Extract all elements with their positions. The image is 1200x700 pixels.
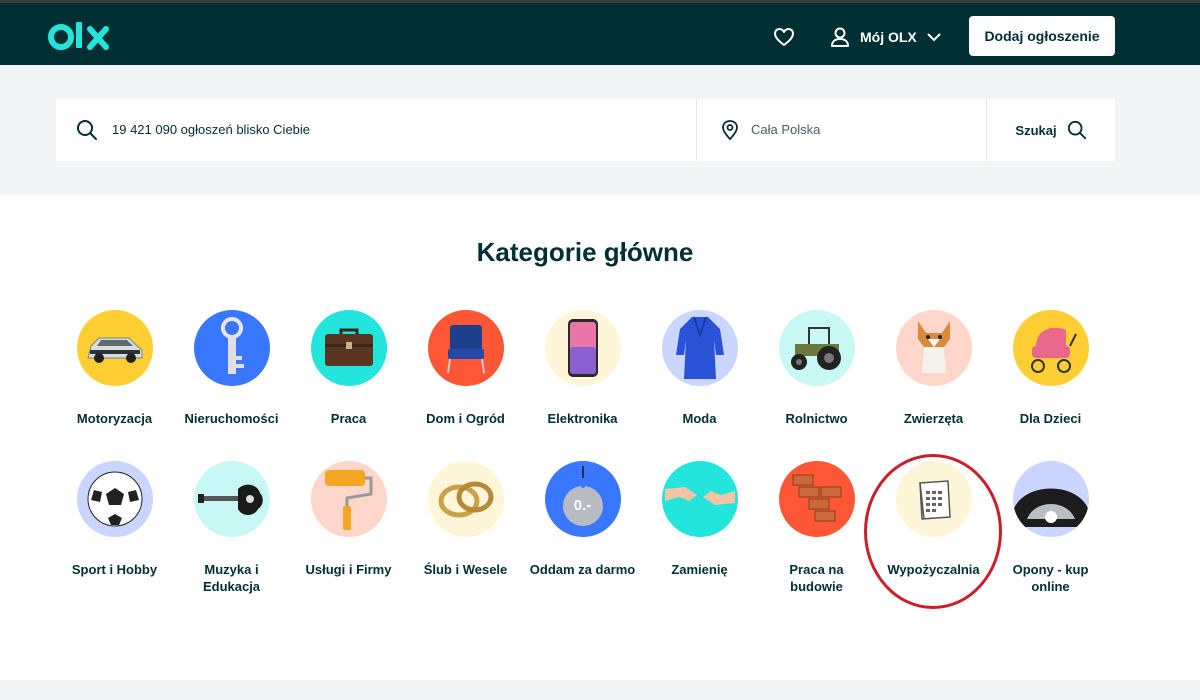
category-rolnictwo[interactable]: Rolnictwo [758, 310, 875, 427]
tractor-icon [790, 327, 841, 370]
category-label: Opony - kup online [1012, 562, 1089, 594]
my-olx-label: Mój OLX [860, 29, 917, 45]
category-circle [895, 310, 972, 386]
key-icon [220, 317, 244, 374]
search-icon [77, 120, 97, 140]
category-dom-i-ogrod[interactable]: Dom i Ogród [407, 310, 524, 427]
category-circle [544, 310, 621, 386]
search-section: 19 421 090 ogłoszeń blisko Ciebie Cała P… [0, 65, 1200, 195]
category-circle: 0.- [544, 461, 621, 537]
category-label: Dom i Ogród [426, 411, 505, 426]
category-circle [661, 461, 738, 537]
paint-roller-icon [324, 470, 372, 530]
location-input[interactable]: Cała Polska [697, 99, 987, 161]
category-circle [778, 461, 855, 537]
footer-band [0, 680, 1200, 700]
chevron-down-icon [927, 33, 941, 41]
category-label: Praca [330, 411, 367, 426]
robe-icon [675, 316, 724, 379]
category-praca-na-budowie[interactable]: Praca na budowie [758, 461, 875, 595]
location-pin-icon [722, 120, 738, 140]
soccer-ball-icon [87, 471, 142, 527]
stroller-icon [1030, 327, 1077, 373]
category-circle [661, 310, 738, 386]
category-circle [310, 461, 387, 537]
category-muzyka-i-edukacja[interactable]: Muzyka i Edukacja [173, 461, 290, 595]
category-circle [310, 310, 387, 386]
armchair-icon [446, 325, 485, 374]
category-circle [895, 461, 972, 537]
top-navbar: Mój OLX Dodaj ogłoszenie [0, 0, 1200, 65]
category-label: Motoryzacja [76, 411, 153, 426]
user-icon [831, 27, 849, 47]
search-icon [1067, 120, 1086, 140]
category-opony-kup-online[interactable]: Opony - kup online [992, 461, 1109, 595]
category-moda[interactable]: Moda [641, 310, 758, 427]
category-wypozyczalnia[interactable]: Wypożyczalnia [875, 461, 992, 578]
category-praca[interactable]: Praca [290, 310, 407, 427]
guitar-icon [197, 484, 263, 515]
category-circle [427, 310, 504, 386]
category-label: Zwierzęta [903, 411, 964, 426]
category-motoryzacja[interactable]: Motoryzacja [56, 310, 173, 427]
calendar-icon [918, 480, 951, 520]
category-label: Wypożyczalnia [887, 562, 980, 577]
category-label: Rolnictwo [785, 411, 848, 426]
category-circle [427, 461, 504, 537]
category-label: Sport i Hobby [71, 562, 158, 577]
search-input-text: 19 421 090 ogłoszeń blisko Ciebie [112, 122, 311, 137]
search-button[interactable]: Szukaj [987, 99, 1115, 161]
dog-icon [917, 321, 950, 373]
category-label: Elektronika [547, 411, 618, 426]
category-label: Usługi i Firmy [305, 562, 392, 577]
tire-icon [1012, 488, 1089, 527]
category-dla-dzieci[interactable]: Dla Dzieci [992, 310, 1109, 427]
category-label: Ślub i Wesele [423, 562, 508, 577]
wedding-rings-icon [438, 481, 493, 518]
category-label: Zamienię [671, 562, 728, 577]
categories-title: Kategorie główne [476, 237, 694, 267]
heart-icon[interactable] [772, 25, 796, 49]
category-circle [193, 310, 270, 386]
category-label: Oddam za darmo [529, 562, 636, 577]
smartphone-icon [567, 319, 598, 377]
location-input-text: Cała Polska [751, 122, 821, 137]
category-sport-i-hobby[interactable]: Sport i Hobby [56, 461, 173, 578]
category-label: Moda [682, 411, 717, 426]
search-button-label: Szukaj [1015, 122, 1057, 138]
category-circle [1012, 461, 1089, 537]
handshake-icon [664, 487, 735, 505]
category-circle [76, 310, 153, 386]
category-oddam-za-darmo[interactable]: 0.- Oddam za darmo [524, 461, 641, 578]
category-uslugi-i-firmy[interactable]: Usługi i Firmy [290, 461, 407, 578]
category-circle [193, 461, 270, 537]
category-slub-i-wesele[interactable]: Ślub i Wesele [407, 461, 524, 578]
category-label: Muzyka i Edukacja [202, 562, 261, 594]
bricks-icon [792, 474, 841, 522]
category-label: Nieruchomości [184, 411, 279, 426]
category-nieruchomosci[interactable]: Nieruchomości [173, 310, 290, 427]
search-input[interactable]: 19 421 090 ogłoszeń blisko Ciebie [56, 99, 697, 161]
my-olx-menu[interactable]: Mój OLX [830, 23, 941, 51]
category-circle [778, 310, 855, 386]
category-circle [76, 461, 153, 537]
briefcase-icon [324, 328, 373, 366]
add-listing-button[interactable]: Dodaj ogłoszenie [969, 16, 1115, 56]
category-circle [1012, 310, 1089, 386]
category-label: Praca na budowie [789, 562, 844, 594]
car-icon [86, 337, 142, 363]
olx-logo[interactable] [48, 20, 112, 54]
price-tag-text: 0.- [573, 497, 592, 514]
category-zamienie[interactable]: Zamienię [641, 461, 758, 578]
category-zwierzeta[interactable]: Zwierzęta [875, 310, 992, 427]
category-label: Dla Dzieci [1019, 411, 1082, 426]
category-elektronika[interactable]: Elektronika [524, 310, 641, 427]
search-bar: 19 421 090 ogłoszeń blisko Ciebie Cała P… [56, 99, 1115, 161]
